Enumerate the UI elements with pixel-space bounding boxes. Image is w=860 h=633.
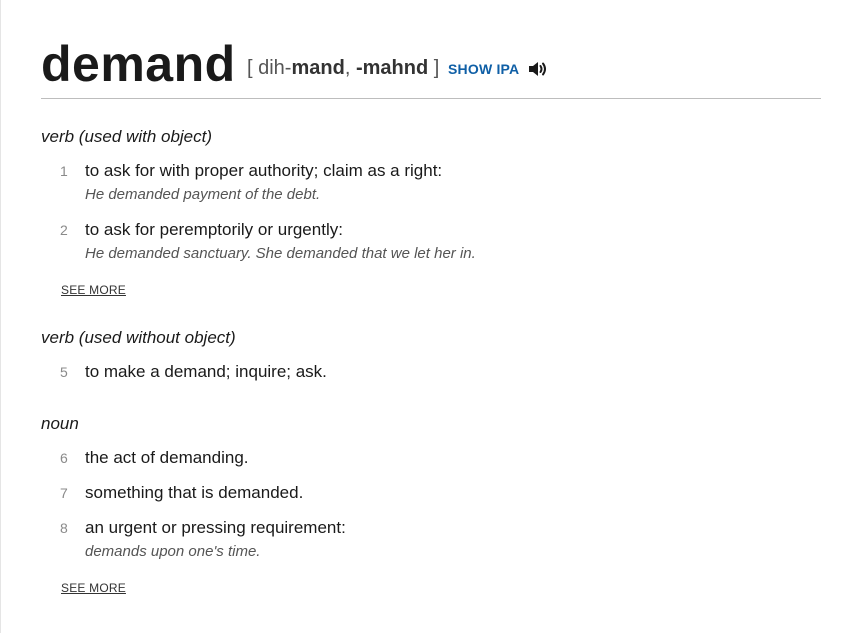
pron-syllable-1: dih-: [252, 57, 292, 79]
pos-label-verb-transitive: verb (used with object): [41, 127, 213, 146]
definition-text: to make a demand; inquire; ask.: [85, 362, 327, 381]
pron-close-bracket: ]: [428, 57, 440, 79]
definition-text: something that is demanded.: [85, 483, 304, 502]
definition-number: 1: [60, 163, 68, 179]
definition-text: to ask for with proper authority; claim …: [85, 161, 443, 180]
speaker-icon[interactable]: [527, 59, 549, 79]
pronunciation: [ dih-mand, -mahnd ]: [247, 56, 439, 80]
left-border: [0, 0, 1, 633]
pron-syllable-2: mand: [291, 57, 345, 79]
definition-number: 6: [60, 450, 68, 466]
see-more-link[interactable]: SEE MORE: [61, 283, 126, 297]
pron-variant: -mahnd: [355, 57, 429, 79]
show-ipa-button[interactable]: SHOW IPA: [448, 61, 519, 77]
definition-number: 8: [60, 520, 68, 536]
definition-text: to ask for peremptorily or urgently:: [85, 220, 343, 239]
pron-comma: ,: [344, 57, 356, 79]
entry-header: demand [ dih-mand, -mahnd ] SHOW IPA: [41, 32, 821, 99]
headword: demand: [41, 36, 236, 92]
definition-example: He demanded payment of the debt.: [85, 186, 321, 203]
definition-number: 2: [60, 222, 68, 238]
pos-label-verb-intransitive: verb (used without object): [41, 328, 236, 347]
pos-label-noun: noun: [41, 414, 79, 433]
definition-example: He demanded sanctuary. She demanded that…: [85, 245, 476, 262]
definition-example: demands upon one's time.: [85, 543, 261, 560]
definition-text: the act of demanding.: [85, 448, 249, 467]
definition-text: an urgent or pressing requirement:: [85, 518, 346, 537]
definition-number: 5: [60, 364, 68, 380]
see-more-link[interactable]: SEE MORE: [61, 581, 126, 595]
definition-number: 7: [60, 485, 68, 501]
